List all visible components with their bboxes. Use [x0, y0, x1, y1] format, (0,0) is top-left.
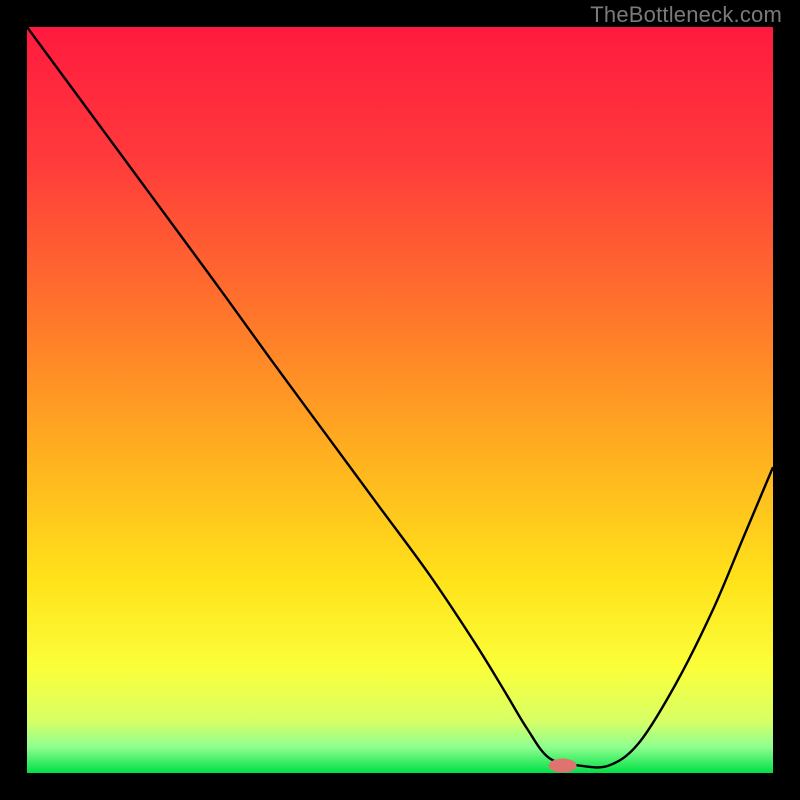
bottleneck-chart — [0, 0, 800, 800]
optimal-point-marker — [549, 759, 577, 773]
gradient-background — [27, 27, 773, 773]
chart-frame: TheBottleneck.com — [0, 0, 800, 800]
